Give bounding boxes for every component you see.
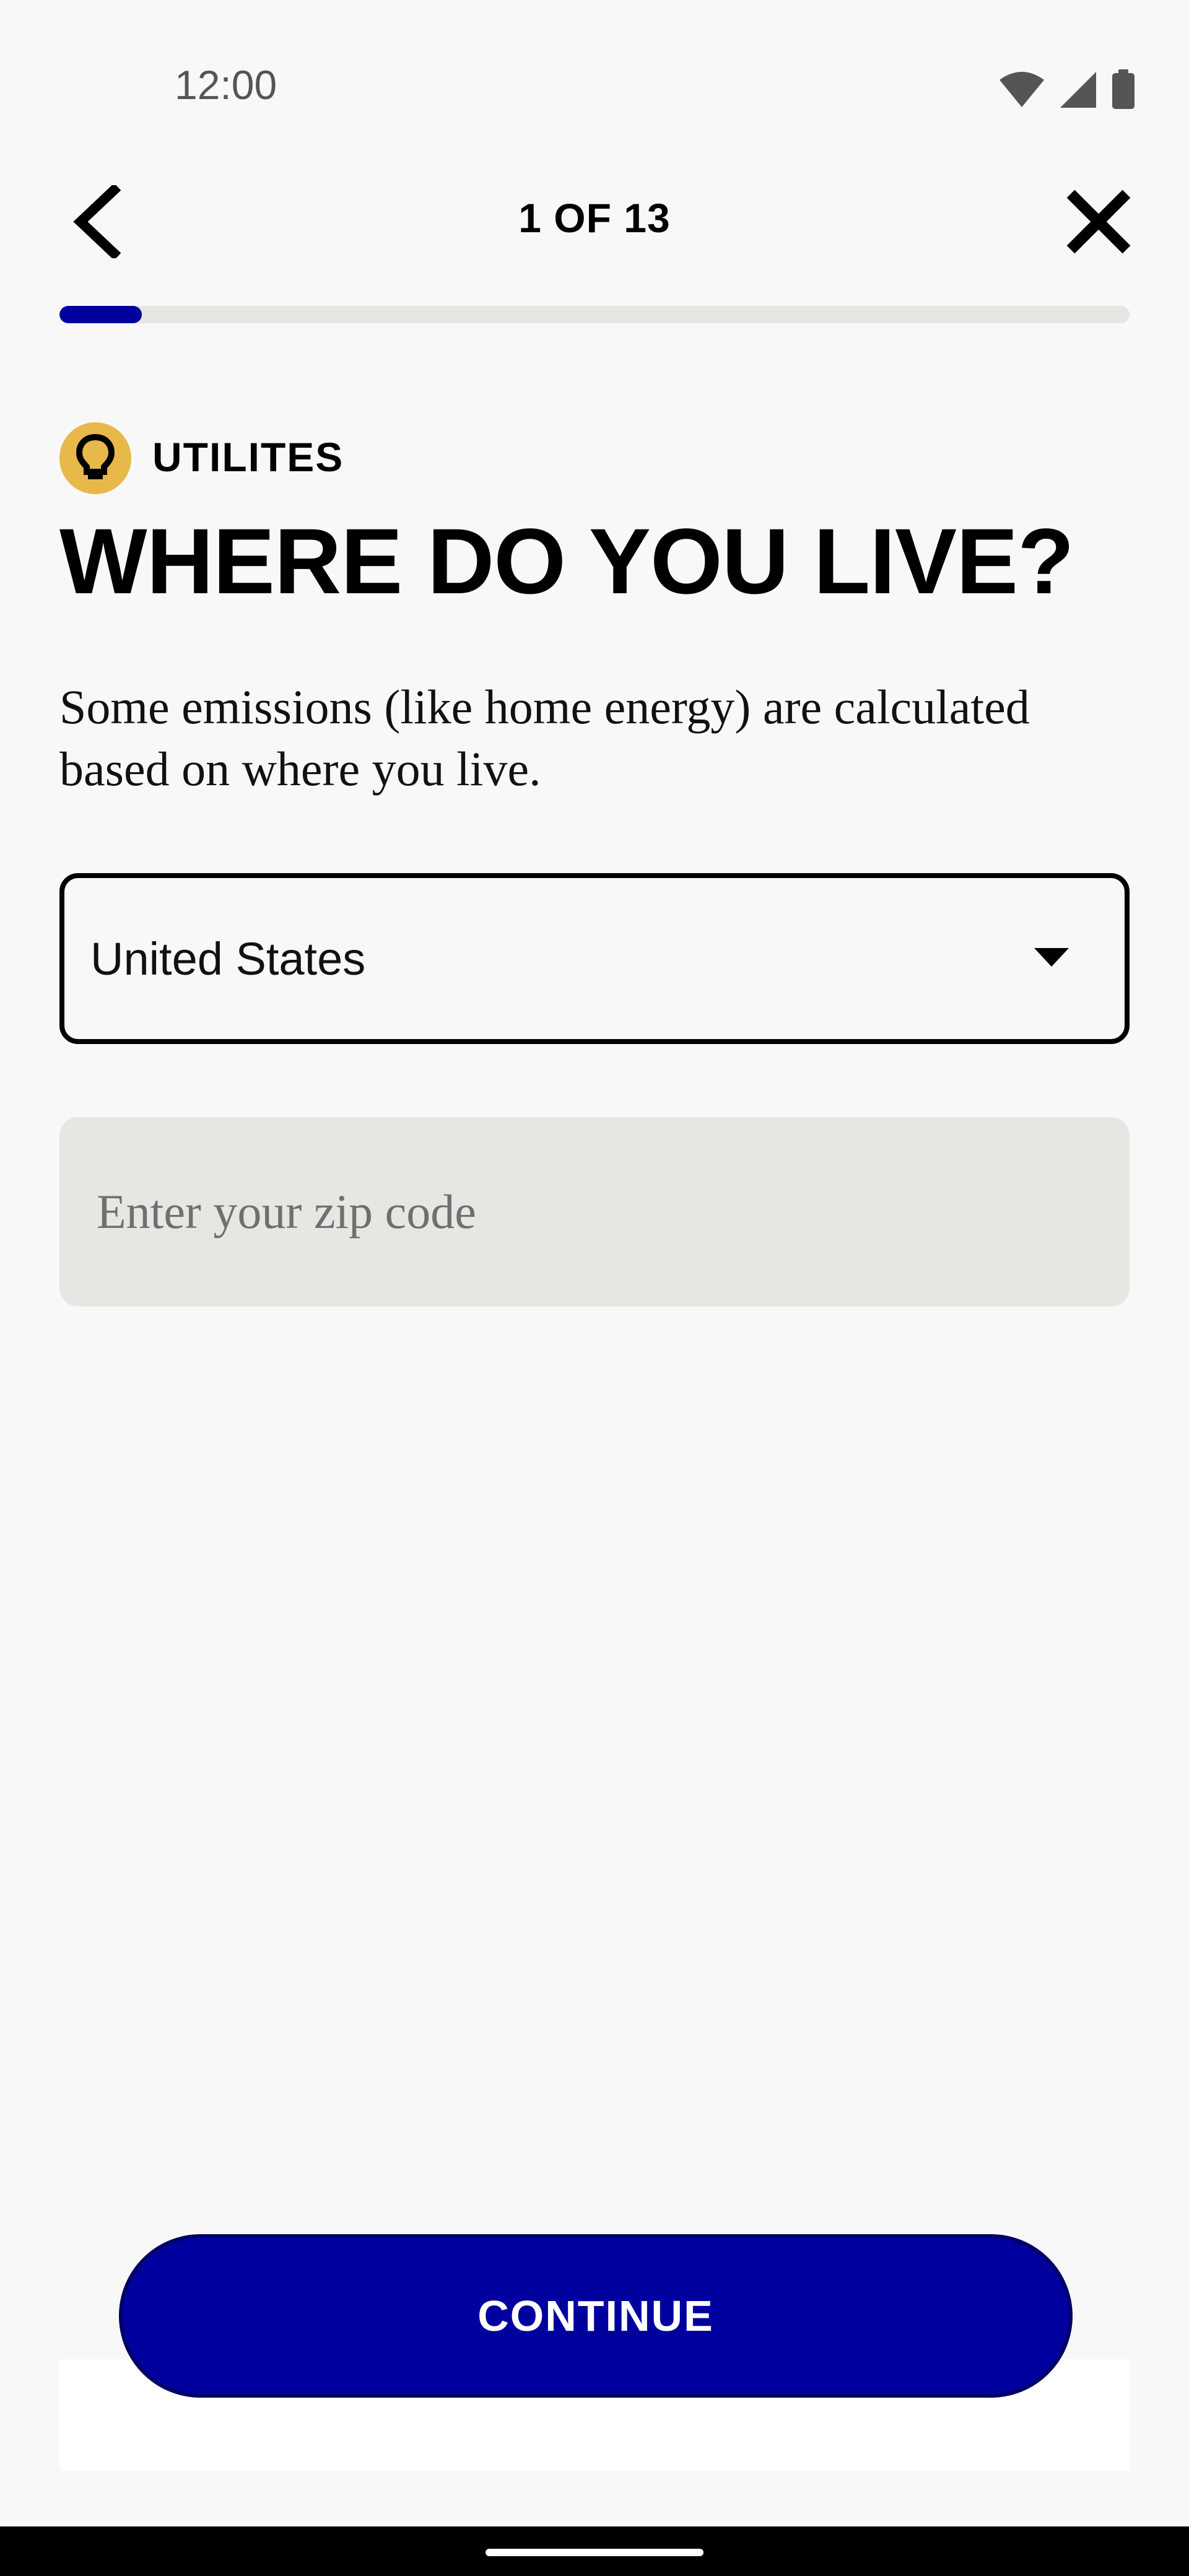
page-title: WHERE DO YOU LIVE? [59,509,1074,613]
home-indicator[interactable] [486,2549,703,2556]
continue-button[interactable]: CONTINUE [119,2234,1073,2398]
country-select[interactable]: United States [59,873,1130,1044]
close-icon [1066,189,1131,258]
description-text: Some emissions (like home energy) are ca… [59,680,1030,796]
step-counter: 1 OF 13 [518,195,671,241]
progress-bar [59,306,1130,323]
progress-fill [59,306,142,323]
status-time: 12:00 [175,62,277,108]
wifi-icon [998,71,1045,111]
dropdown-arrow-icon [1034,947,1069,970]
zip-code-input[interactable] [59,1117,1130,1307]
battery-icon [1111,69,1136,113]
category-label: UTILITES [152,434,344,480]
cellular-signal-icon [1059,71,1097,112]
category-badge [59,422,131,494]
country-select-value: United States [90,933,366,985]
status-icons [998,69,1136,113]
close-button[interactable] [1055,180,1142,266]
lightbulb-icon [76,433,115,484]
